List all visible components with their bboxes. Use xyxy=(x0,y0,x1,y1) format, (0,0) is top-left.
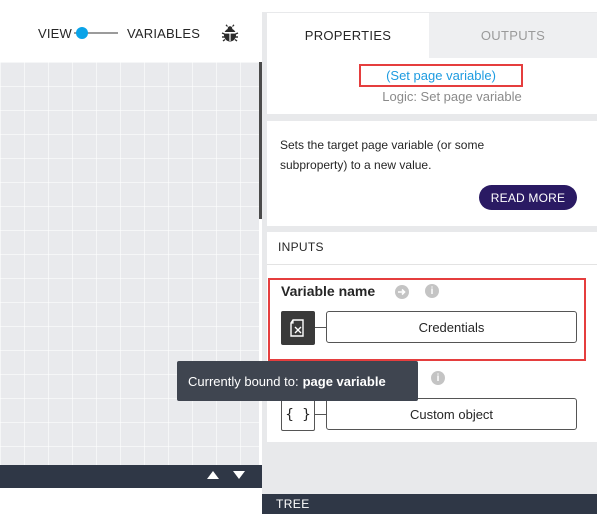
variables-mode-label[interactable]: VARIABLES xyxy=(127,26,200,41)
info-icon[interactable]: i xyxy=(431,371,445,385)
connector-line xyxy=(315,414,326,415)
info-icon[interactable]: i xyxy=(425,284,439,298)
triangle-up-icon[interactable] xyxy=(207,471,219,479)
value-field[interactable]: Custom object xyxy=(326,398,577,430)
binding-tooltip: Currently bound to: page variable xyxy=(177,361,418,401)
inputs-divider xyxy=(267,264,597,265)
view-mode-label[interactable]: VIEW xyxy=(38,26,72,41)
bug-icon[interactable] xyxy=(220,24,240,44)
tree-panel-bar[interactable] xyxy=(262,494,597,514)
node-name[interactable]: (Set page variable) xyxy=(361,66,521,85)
node-name-highlight[interactable]: (Set page variable) xyxy=(359,64,523,87)
triangle-down-icon[interactable] xyxy=(233,471,245,479)
tab-properties[interactable]: PROPERTIES xyxy=(267,13,429,58)
link-arrow-icon[interactable] xyxy=(395,285,409,299)
inputs-heading: INPUTS xyxy=(278,240,324,254)
tooltip-value: page variable xyxy=(302,373,386,389)
read-more-button[interactable]: READ MORE xyxy=(479,185,577,210)
connector-line xyxy=(315,327,326,328)
page-variable-icon[interactable] xyxy=(281,311,315,345)
curly-braces-icon[interactable]: { } xyxy=(281,398,315,431)
logic-canvas[interactable] xyxy=(0,62,259,465)
canvas-bottom-bar xyxy=(0,465,262,488)
tooltip-prefix: Currently bound to: xyxy=(188,373,299,389)
description-text: Sets the target page variable (or some s… xyxy=(280,138,485,172)
tab-outputs[interactable]: OUTPUTS xyxy=(429,13,597,58)
panel-top-spacer xyxy=(262,0,597,12)
node-type-label: Logic: Set page variable xyxy=(382,89,522,104)
view-variables-toggle-knob[interactable] xyxy=(76,27,88,39)
tree-panel-label[interactable]: TREE xyxy=(276,497,310,511)
variable-name-label: Variable name xyxy=(281,283,376,299)
variable-name-field[interactable]: Credentials xyxy=(326,311,577,343)
